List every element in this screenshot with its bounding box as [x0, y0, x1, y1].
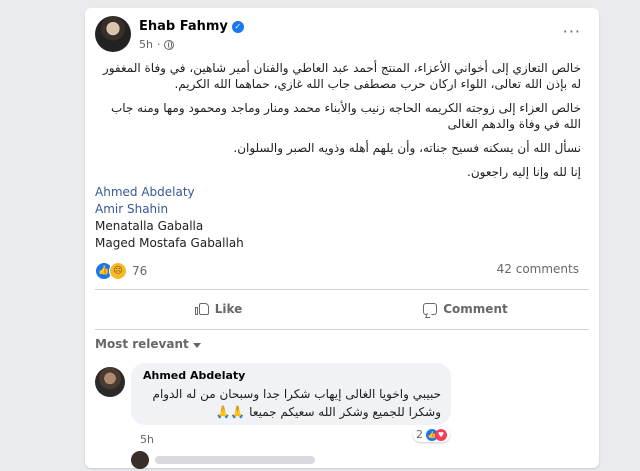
- comment-preview: [155, 456, 315, 464]
- comment-reactions[interactable]: 2 👍 ♥: [413, 427, 450, 442]
- action-bar: Like Comment: [95, 294, 589, 324]
- comment-text: حبيبي واخويا الغالى إيهاب شكرا جدا وسبحا…: [152, 387, 441, 419]
- like-button[interactable]: Like: [95, 294, 342, 324]
- comment-icon: [423, 303, 438, 315]
- commenter-avatar[interactable]: [131, 451, 149, 469]
- post-card: Ehab Fahmy ✓ 5h · ··· خالص التعازي إلى أ…: [85, 8, 599, 471]
- divider: [95, 289, 589, 290]
- post-header: Ehab Fahmy ✓ 5h · ···: [95, 16, 585, 56]
- comment-bubble: Ahmed Abdelaty حبيبي واخويا الغالى إيهاب…: [131, 363, 451, 425]
- author-line: Ehab Fahmy ✓: [139, 19, 244, 34]
- divider: [95, 329, 589, 330]
- post-time[interactable]: 5h: [139, 38, 153, 51]
- comment-time[interactable]: 5h: [140, 433, 154, 446]
- author-avatar[interactable]: [95, 16, 131, 52]
- tag-link[interactable]: Ahmed Abdelaty: [95, 184, 244, 201]
- sort-label: Most relevant: [95, 337, 189, 351]
- tagged-people: Ahmed Abdelaty Amir Shahin Menatalla Gab…: [95, 184, 244, 252]
- post-stats: 👍 ☹ 76 42 comments: [95, 262, 589, 280]
- tag-link[interactable]: Amir Shahin: [95, 201, 244, 218]
- comments-count[interactable]: 42 comments: [497, 262, 579, 276]
- tag-text: Menatalla Gaballa: [95, 219, 204, 233]
- post-paragraph: إنا لله وإنا إليه راجعون.: [467, 165, 581, 179]
- post-meta: 5h ·: [139, 38, 175, 51]
- tag-text: Maged Mostafa Gaballah: [95, 236, 244, 250]
- comment-button[interactable]: Comment: [342, 294, 589, 324]
- next-comment-partial: [95, 451, 589, 471]
- post-paragraph: خالص العزاء إلى زوجته الكريمه الحاجه زني…: [110, 101, 581, 131]
- like-icon: [194, 302, 209, 316]
- post-paragraph: نسأل الله أن يسكنه فسيح جناته، وأن يلهم …: [233, 141, 581, 155]
- comment-reaction-count: 2: [416, 428, 423, 441]
- author-name[interactable]: Ehab Fahmy: [139, 19, 228, 34]
- more-icon[interactable]: ···: [563, 22, 581, 41]
- like-label: Like: [214, 302, 243, 316]
- sort-dropdown[interactable]: Most relevant: [95, 337, 201, 351]
- post-paragraph: خالص التعازي إلى أخواني الأعزاء، المنتج …: [102, 61, 581, 91]
- reaction-count: 76: [132, 264, 148, 278]
- verified-icon: ✓: [231, 20, 244, 33]
- globe-icon: [164, 39, 175, 50]
- love-reaction-icon: ♥: [435, 428, 447, 441]
- comment-label: Comment: [443, 302, 508, 316]
- commenter-name[interactable]: Ahmed Abdelaty: [143, 369, 245, 382]
- sad-reaction-icon: ☹: [109, 262, 127, 280]
- post-body: خالص التعازي إلى أخواني الأعزاء، المنتج …: [95, 60, 581, 180]
- caret-down-icon: [192, 342, 201, 348]
- commenter-avatar[interactable]: [95, 367, 125, 397]
- reactions-summary[interactable]: 👍 ☹ 76: [95, 262, 147, 280]
